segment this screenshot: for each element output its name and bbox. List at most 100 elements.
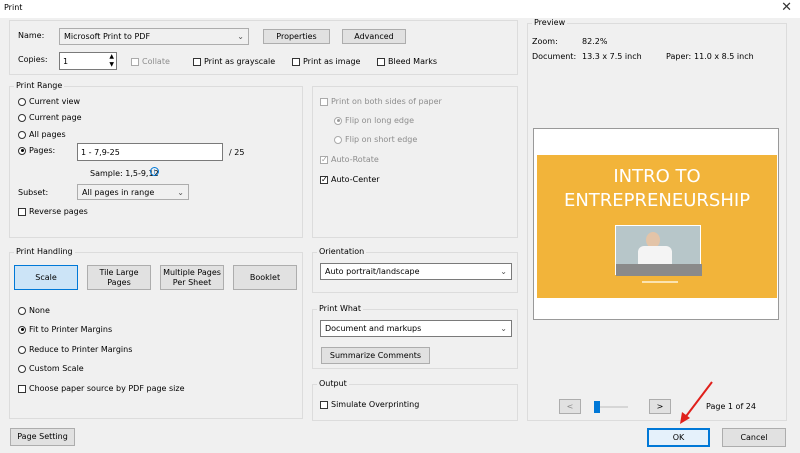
orientation-select[interactable]: Auto portrait/landscape ⌄ bbox=[320, 263, 512, 280]
paper-source-label: Choose paper source by PDF page size bbox=[29, 384, 185, 393]
info-icon[interactable]: i bbox=[150, 167, 159, 176]
preview-page: INTRO TO ENTREPRENEURSHIP bbox=[533, 128, 779, 320]
radio-label: Reduce to Printer Margins bbox=[29, 345, 133, 354]
radio-label: All pages bbox=[29, 130, 66, 139]
subset-label: Subset: bbox=[18, 188, 49, 197]
radio-circle bbox=[18, 325, 26, 334]
printer-select[interactable]: Microsoft Print to PDF ⌄ bbox=[59, 28, 249, 45]
checkbox-box bbox=[18, 384, 26, 393]
zoom-value: 82.2% bbox=[582, 37, 608, 46]
close-icon[interactable]: ✕ bbox=[781, 0, 792, 15]
subset-select[interactable]: All pages in range ⌄ bbox=[77, 184, 189, 200]
cancel-button[interactable]: Cancel bbox=[722, 428, 786, 447]
auto-center-label: Auto-Center bbox=[331, 175, 380, 184]
slide-thumbnail: INTRO TO ENTREPRENEURSHIP bbox=[537, 155, 777, 298]
copies-stepper[interactable]: 1 ▲ ▼ bbox=[59, 52, 117, 70]
annotation-arrow-icon bbox=[680, 381, 713, 424]
tab-tile-large-pages[interactable]: Tile Large Pages bbox=[87, 265, 151, 290]
print-what-group: Print What Document and markups ⌄ Summar… bbox=[312, 304, 518, 369]
radio-flip-long[interactable]: Flip on long edge bbox=[334, 116, 414, 125]
print-what-title: Print What bbox=[317, 304, 363, 313]
chevron-down-icon: ⌄ bbox=[237, 32, 244, 41]
both-sides-checkbox[interactable]: Print on both sides of paper bbox=[320, 97, 442, 106]
radio-flip-short[interactable]: Flip on short edge bbox=[334, 135, 417, 144]
paper-label: Paper: bbox=[666, 52, 692, 61]
radio-label: Current page bbox=[29, 113, 82, 122]
radio-all-pages[interactable]: All pages bbox=[18, 130, 66, 139]
chevron-down-icon: ⌄ bbox=[500, 324, 507, 333]
page-setting-button[interactable]: Page Setting bbox=[10, 428, 75, 446]
both-sides-label: Print on both sides of paper bbox=[331, 97, 442, 106]
stepper-arrows-icon[interactable]: ▲ ▼ bbox=[109, 53, 114, 69]
duplex-group: Print on both sides of paper Flip on lon… bbox=[312, 86, 518, 238]
bleed-marks-label: Bleed Marks bbox=[388, 57, 438, 66]
reverse-pages-checkbox[interactable]: Reverse pages bbox=[18, 207, 88, 216]
print-as-image-checkbox[interactable]: Print as image bbox=[292, 57, 360, 66]
print-handling-group: Print Handling Scale Tile Large Pages Mu… bbox=[9, 247, 303, 419]
tab-multiple-pages[interactable]: Multiple Pages Per Sheet bbox=[160, 265, 224, 290]
radio-fit-printer-margins[interactable]: Fit to Printer Margins bbox=[18, 325, 112, 334]
simulate-overprinting-label: Simulate Overprinting bbox=[331, 400, 420, 409]
collate-checkbox[interactable]: Collate bbox=[131, 57, 170, 66]
radio-scale-none[interactable]: None bbox=[18, 306, 50, 315]
radio-circle bbox=[18, 306, 26, 315]
advanced-button[interactable]: Advanced bbox=[342, 29, 406, 44]
zoom-label: Zoom: bbox=[532, 37, 558, 46]
slide-title: INTRO TO ENTREPRENEURSHIP bbox=[537, 165, 777, 213]
name-label: Name: bbox=[18, 31, 45, 40]
print-as-image-label: Print as image bbox=[303, 57, 361, 66]
paper-source-checkbox[interactable]: Choose paper source by PDF page size bbox=[18, 384, 185, 393]
print-what-select[interactable]: Document and markups ⌄ bbox=[320, 320, 512, 337]
pages-input-value: 1 - 7,9-25 bbox=[81, 147, 120, 157]
simulate-overprinting-checkbox[interactable]: Simulate Overprinting bbox=[320, 400, 419, 409]
pages-total: / 25 bbox=[229, 148, 245, 157]
copies-label: Copies: bbox=[18, 55, 48, 64]
radio-current-page[interactable]: Current page bbox=[18, 113, 82, 122]
reverse-pages-label: Reverse pages bbox=[29, 207, 88, 216]
window-title: Print bbox=[4, 3, 23, 12]
radio-circle bbox=[18, 130, 26, 139]
checkbox-box: ✓ bbox=[320, 154, 328, 164]
checkbox-box: ✓ bbox=[320, 174, 328, 184]
document-label: Document: bbox=[532, 52, 577, 61]
print-range-group: Print Range Current view Current page Al… bbox=[9, 81, 303, 238]
collate-label: Collate bbox=[142, 57, 170, 66]
radio-label: Flip on short edge bbox=[345, 135, 418, 144]
page-slider-thumb[interactable] bbox=[594, 401, 600, 413]
photo-desk bbox=[616, 264, 702, 276]
summarize-comments-button[interactable]: Summarize Comments bbox=[321, 347, 430, 364]
grayscale-checkbox[interactable]: Print as grayscale bbox=[193, 57, 275, 66]
radio-circle bbox=[18, 345, 26, 354]
radio-reduce-printer-margins[interactable]: Reduce to Printer Margins bbox=[18, 345, 132, 354]
orientation-group: Orientation Auto portrait/landscape ⌄ bbox=[312, 247, 518, 293]
tab-scale[interactable]: Scale bbox=[14, 265, 78, 290]
radio-circle bbox=[18, 146, 26, 155]
pages-input[interactable]: 1 - 7,9-25 bbox=[77, 143, 223, 161]
radio-label: Fit to Printer Margins bbox=[29, 325, 113, 334]
output-group: Output Simulate Overprinting bbox=[312, 379, 518, 421]
output-title: Output bbox=[317, 379, 349, 388]
orientation-title: Orientation bbox=[317, 247, 367, 256]
radio-custom-scale[interactable]: Custom Scale bbox=[18, 364, 84, 373]
properties-button[interactable]: Properties bbox=[263, 29, 330, 44]
slide-photo bbox=[615, 225, 702, 276]
preview-title: Preview bbox=[532, 18, 568, 27]
auto-center-checkbox[interactable]: ✓ Auto-Center bbox=[320, 175, 380, 184]
slide-title-line1: INTRO TO bbox=[613, 166, 701, 187]
checkbox-box bbox=[377, 57, 385, 66]
ok-button[interactable]: OK bbox=[647, 428, 710, 447]
prev-page-button[interactable]: < bbox=[559, 399, 581, 414]
auto-rotate-checkbox[interactable]: ✓ Auto-Rotate bbox=[320, 155, 379, 164]
bleed-marks-checkbox[interactable]: Bleed Marks bbox=[377, 57, 437, 66]
radio-current-view[interactable]: Current view bbox=[18, 97, 80, 106]
print-handling-title: Print Handling bbox=[14, 247, 75, 256]
checkbox-box bbox=[292, 57, 300, 66]
preview-group: Preview Zoom: 82.2% Document: 13.3 x 7.5… bbox=[527, 18, 787, 421]
tab-booklet[interactable]: Booklet bbox=[233, 265, 297, 290]
radio-pages[interactable]: Pages: bbox=[18, 146, 55, 155]
checkbox-box bbox=[131, 57, 139, 66]
slide-title-line2: ENTREPRENEURSHIP bbox=[563, 190, 751, 211]
checkbox-box bbox=[18, 207, 26, 216]
radio-label: Current view bbox=[29, 97, 81, 106]
chevron-down-icon: ⌄ bbox=[500, 267, 507, 276]
